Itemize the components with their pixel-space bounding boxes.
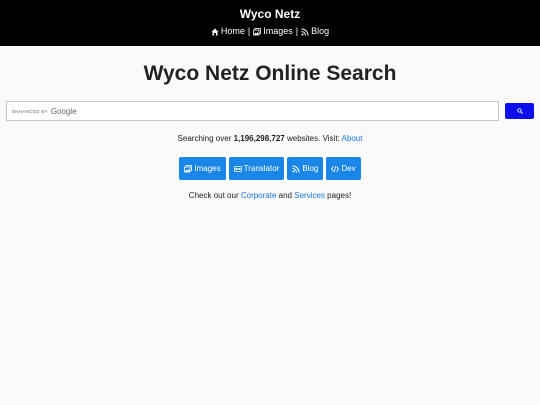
search-row: ENHANCED BY Google — [6, 101, 534, 121]
blog-button[interactable]: Blog — [287, 157, 324, 180]
nav-separator: | — [295, 26, 299, 36]
nav-blog-link[interactable]: Blog — [301, 26, 329, 37]
images-icon — [184, 164, 193, 173]
top-bar: Wyco Netz Home | Images | Blog — [0, 0, 540, 46]
dev-button-label: Dev — [341, 164, 356, 173]
quick-links: Images Translator Blog Dev — [0, 157, 540, 180]
code-icon — [331, 165, 340, 173]
stats-count: 1,196,298,727 — [233, 134, 285, 143]
nav-images-link[interactable]: Images — [253, 26, 293, 37]
about-link[interactable]: About — [342, 134, 363, 143]
page-title: Wyco Netz Online Search — [143, 62, 397, 85]
dev-button[interactable]: Dev — [326, 157, 361, 180]
corporate-text: Check out our Corporate and Services pag… — [0, 191, 540, 201]
rss-icon — [301, 28, 309, 36]
images-icon — [253, 27, 262, 36]
search-stats: Searching over 1,196,298,727 websites. V… — [0, 134, 540, 144]
site-title: Wyco Netz — [239, 7, 301, 21]
google-brand: Google — [50, 106, 77, 116]
search-input[interactable] — [76, 102, 498, 120]
nav-blog-label: Blog — [311, 26, 330, 36]
search-icon — [516, 108, 523, 114]
top-nav: Home | Images | Blog — [0, 26, 540, 37]
translator-button[interactable]: Translator — [228, 157, 285, 180]
nav-images-label: Images — [263, 26, 293, 36]
translator-icon — [233, 165, 242, 173]
corporate-link[interactable]: Corporate — [241, 191, 277, 200]
translator-button-label: Translator — [243, 164, 280, 173]
images-button-label: Images — [194, 164, 221, 173]
search-button[interactable] — [505, 103, 534, 119]
blog-button-label: Blog — [302, 164, 319, 173]
enhanced-by-label: ENHANCED BY — [12, 108, 48, 114]
corporate-suffix: pages! — [327, 191, 352, 200]
nav-home-label: Home — [220, 26, 245, 36]
search-box[interactable]: ENHANCED BY Google — [6, 101, 499, 121]
services-link[interactable]: Services — [294, 191, 325, 200]
corporate-and: and — [278, 191, 293, 200]
corporate-prefix: Check out our — [188, 191, 239, 200]
home-icon — [211, 28, 219, 36]
stats-prefix: Searching over — [177, 134, 232, 143]
stats-suffix: websites. Visit: — [287, 134, 340, 143]
rss-icon — [292, 165, 300, 173]
nav-separator: | — [247, 26, 251, 36]
images-button[interactable]: Images — [179, 157, 226, 180]
nav-home-link[interactable]: Home — [211, 26, 245, 37]
